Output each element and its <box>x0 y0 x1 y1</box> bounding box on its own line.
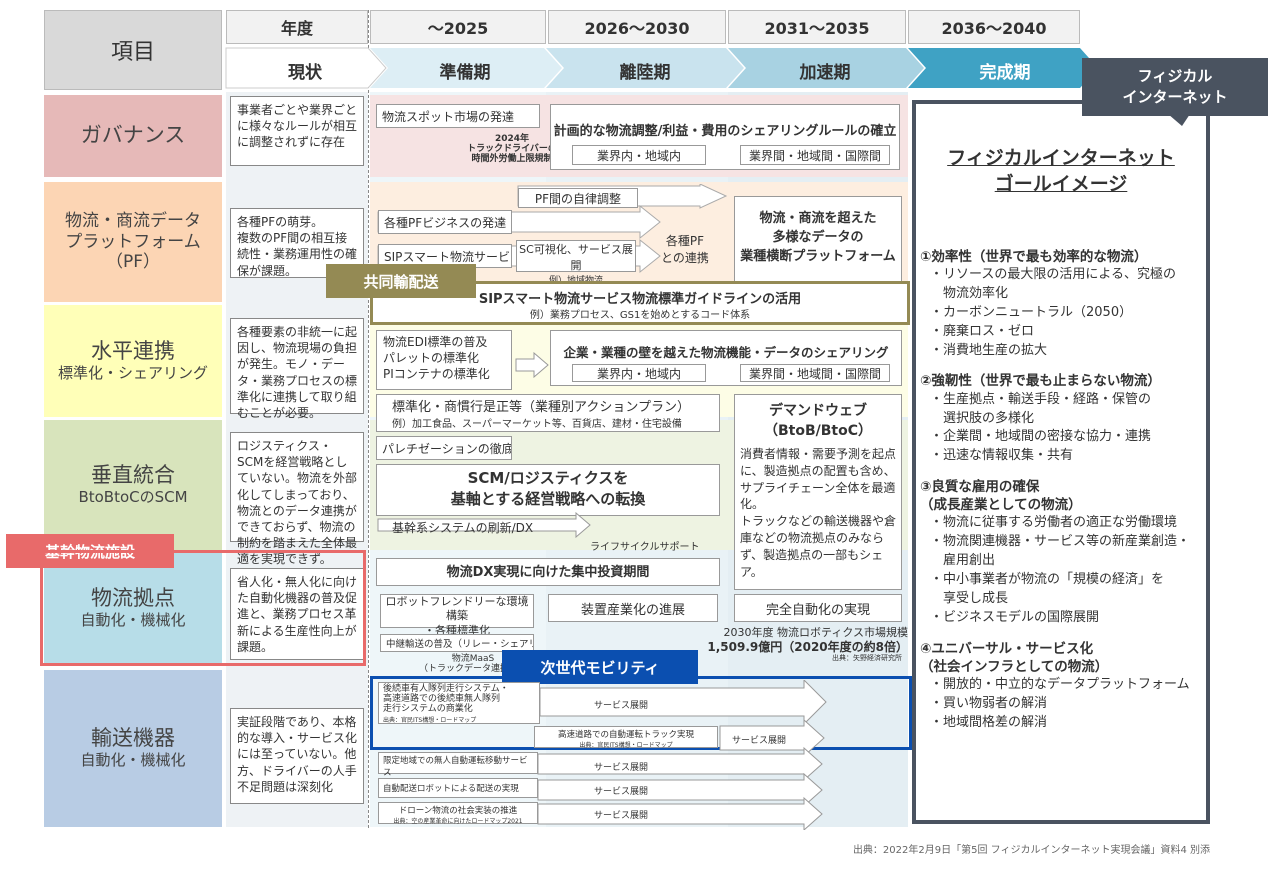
auto-truck-label: 高速道路での自動運転トラック実現 <box>557 730 694 740</box>
platooning-src: 出典：官民ITS構想・ロードマップ <box>383 716 477 724</box>
phase-complete: 完成期 <box>979 63 1031 83</box>
limited-area-label: 限定地域での無人自動運転移動サービス <box>383 756 528 778</box>
pf-autonomous: PF間の自律調整 <box>518 188 638 208</box>
pi-tag: フィジカル インターネット <box>1082 58 1268 116</box>
goal-section-employment: ③良質な雇用の確保 （成長産業としての物流） ・物流に従事する労働者の適正な労働… <box>920 479 1191 625</box>
demand-web-body: 消費者情報・需要予測を起点に、製造拠点の配置も含め、サプライチェーン全体を最適化… <box>740 447 897 579</box>
auto-truck-box: 高速道路での自動運転トラック実現 出典：官民ITS構想・ロードマップ <box>534 726 718 749</box>
year-divider <box>368 10 369 828</box>
category-transport: 輸送機器 自動化・機械化 <box>44 670 222 827</box>
sharing-sub-inter: 業界間・地域間・国際間 <box>740 364 890 382</box>
goal-section-resilience: ②強靭性（世界で最も止まらない物流） ・生産拠点・輸送手段・経路・保管の 選択肢… <box>920 373 1161 464</box>
driver-regulation-note: 2024年 トラックドライバーの 時間外労働上限規制 <box>467 134 557 164</box>
core-system-dx: 基幹系システムの刷新/DX <box>392 521 534 535</box>
year-2035: 2031～2035 <box>728 10 906 44</box>
drone-box: ドローン物流の社会実装の推進 出典：空の産業革命に向けたロードマップ2021 <box>378 802 538 825</box>
phase-accel: 加速期 <box>799 63 851 83</box>
scm-strategy: SCM/ロジスティクスを 基軸とする経営戦略への転換 <box>376 464 720 516</box>
year-2025: ～2025 <box>370 10 546 44</box>
pf-link: 各種PF との連携 <box>661 234 709 265</box>
lifecycle-support: ライフサイクルサポート <box>590 542 700 553</box>
auto-truck-src: 出典：官民ITS構想・ロードマップ <box>579 742 673 749</box>
dx-invest-box: 物流DX実現に向けた集中投資期間 <box>376 558 720 586</box>
category-vertical: 垂直統合 BtoBtoCのSCM <box>44 420 222 550</box>
std-action-title: 標準化・商慣行是正等（業種別アクションプラン） <box>392 400 690 415</box>
source-note: 出典：2022年2月9日「第5回 フィジカルインターネット実現会議」資料4 別添 <box>852 845 1210 856</box>
drone-label: ドローン物流の社会実装の推進 <box>398 806 518 816</box>
current-transport: 実証段階であり、本格的な導入・サービス化には至っていない。他方、ドライバーの人手… <box>230 708 364 804</box>
delivery-robot-box: 自動配送ロボットによる配送の実現 <box>378 778 538 798</box>
sharing-title: 企業・業種の壁を越えた物流機能・データのシェアリング <box>563 345 889 360</box>
phase-takeoff: 離陸期 <box>619 63 671 83</box>
joint-delivery-tag: 共同輸配送 <box>326 264 476 298</box>
pi-goal-title: フィジカルインターネット ゴールイメージ <box>947 147 1175 195</box>
year-2030: 2026～2030 <box>548 10 726 44</box>
auto-truck-service: サービス展開 <box>732 736 787 746</box>
base-facility-frame <box>40 550 366 666</box>
goal-section-efficiency: ①効率性（世界で最も効率的な物流） ・リソースの最大限の活用による、究極の 物流… <box>920 249 1176 358</box>
equipment-industry: 装置産業化の進展 <box>548 594 718 622</box>
full-automation: 完全自動化の実現 <box>734 594 902 622</box>
platooning-box: 後続車有人隊列走行システム・ 高速道路での後続車無人隊列 走行システムの商業化 … <box>378 682 540 724</box>
delivery-robot-service: サービス展開 <box>594 787 649 797</box>
current-vertical: ロジスティクス・SCMを経営戦略としていない。物流を外部化してしまっており、物流… <box>230 432 364 566</box>
drone-service: サービス展開 <box>594 811 649 821</box>
spot-market: 物流スポット市場の発達 <box>376 104 540 128</box>
year-2040: 2036～2040 <box>908 10 1080 44</box>
governance-rule: 計画的な物流調整/利益・費用のシェアリングルールの確立 <box>553 124 897 139</box>
drone-src: 出典：空の産業革命に向けたロードマップ2021 <box>393 818 523 825</box>
limited-area-box: 限定地域での無人自動運転移動サービス 出典：官民ITS構想・ロードマップ <box>378 752 538 787</box>
platooning-service: サービス展開 <box>594 701 649 711</box>
category-governance: ガバナンス <box>44 95 222 177</box>
std-action-note: 例）加工食品、スーパーマーケット等、百貨店、建材・住宅設備 <box>392 419 682 430</box>
current-horizontal: 各種要素の非統一に起因し、物流現場の負担が発生。モノ・データ・業務プロセスの標準… <box>230 318 364 420</box>
goal-section-universal: ④ユニバーサル・サービス化 （社会インフラとしての物流） ・開放的・中立的なデー… <box>920 640 1190 730</box>
sip-guideline-sub: 例）業務プロセス、GS1を始めとするコード体系 <box>529 310 751 321</box>
year-header: 年度 <box>226 10 368 44</box>
phase-current: 現状 <box>288 63 322 83</box>
edi-arrow <box>515 352 549 378</box>
pf-sc-box: SC可視化、サービス展開 例）地域物流 <box>516 240 636 286</box>
item-header: 項目 <box>44 10 222 90</box>
governance-sub-intra: 業界内・地域内 <box>572 145 706 165</box>
governance-sub-inter: 業界間・地域間・国際間 <box>740 145 890 165</box>
phase-prep: 準備期 <box>439 63 491 83</box>
pf-business: 各種PFビジネスの発達 <box>378 210 512 234</box>
demand-web-title: デマンドウェブ （BtoB/BtoC） <box>763 403 873 439</box>
pi-tag-pointer <box>1168 114 1190 126</box>
sharing-sub-intra: 業界内・地域内 <box>572 364 706 382</box>
current-governance: 事業者ごとや業界ごとに様々なルールが相互に調整されずに存在 <box>230 96 364 166</box>
platooning-label: 後続車有人隊列走行システム・ 高速道路での後続車無人隊列 走行システムの商業化 <box>383 684 509 714</box>
robot-friendly: ロボットフレンドリーな環境構築 ・各種標準化 <box>380 594 534 637</box>
category-horizontal: 水平連携 標準化・シェアリング <box>44 305 222 417</box>
edi-standard: 物流EDI標準の普及 パレットの標準化 PIコンテナの標準化 <box>376 330 512 390</box>
pf-goal: 物流・商流を超えた 多様なデータの 業種横断プラットフォーム <box>734 196 902 282</box>
palletization: パレチゼーションの徹底 <box>376 436 512 460</box>
category-pf: 物流・商流データ プラットフォーム（PF） <box>44 182 222 302</box>
goal-list: ①効率性（世界で最も効率的な物流） ・リソースの最大限の活用による、究極の 物流… <box>920 236 1206 733</box>
limited-area-service: サービス展開 <box>594 763 649 773</box>
